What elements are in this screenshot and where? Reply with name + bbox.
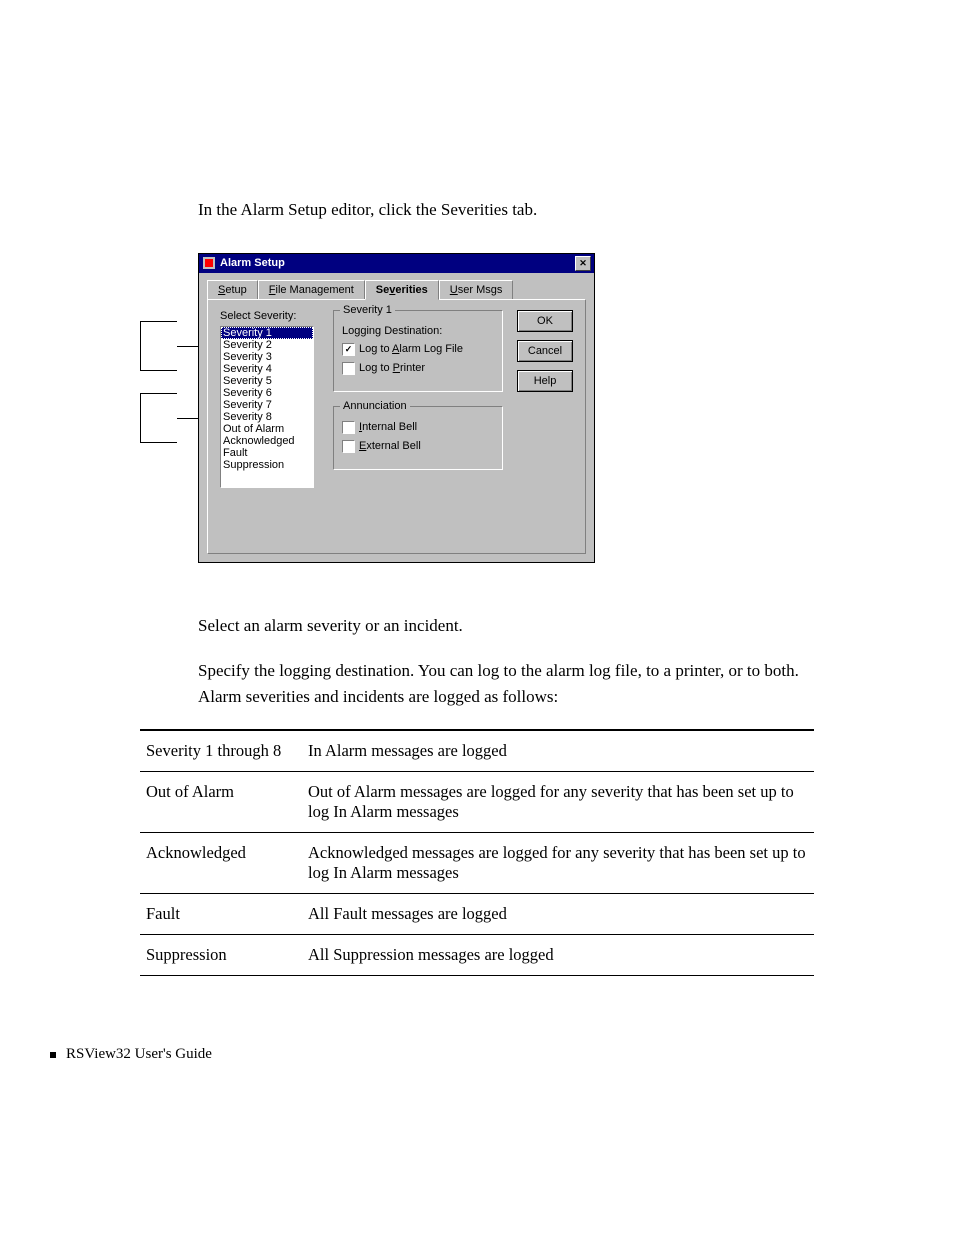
logging-destination-label: Logging Destination: xyxy=(342,325,494,337)
dialog-title: Alarm Setup xyxy=(220,257,575,269)
table-cell-name: Suppression xyxy=(140,935,302,976)
table-cell-name: Fault xyxy=(140,894,302,935)
checkbox-icon[interactable] xyxy=(342,343,355,356)
step-1-text: Select an alarm severity or an incident. xyxy=(198,613,814,639)
page-footer: RSView32 User's Guide xyxy=(50,1046,814,1063)
step-2-text: Specify the logging destination. You can… xyxy=(198,658,814,709)
tab-severities[interactable]: Severities xyxy=(365,280,439,300)
group-severity-logging: Severity 1 Logging Destination: Log to A… xyxy=(333,310,503,392)
table-row: Fault All Fault messages are logged xyxy=(140,894,814,935)
list-item[interactable]: Acknowledged xyxy=(221,435,313,447)
list-item[interactable]: Severity 7 xyxy=(221,399,313,411)
list-item[interactable]: Severity 5 xyxy=(221,375,313,387)
dialog-container: Alarm Setup ✕ Setup File Management Seve… xyxy=(198,253,814,563)
checkbox-label: Log to Printer xyxy=(359,362,425,374)
table-cell-desc: All Fault messages are logged xyxy=(302,894,814,935)
list-item[interactable]: Severity 3 xyxy=(221,351,313,363)
checkbox-icon[interactable] xyxy=(342,362,355,375)
right-panels: Severity 1 Logging Destination: Log to A… xyxy=(333,310,503,484)
callout-line-severities xyxy=(140,321,177,371)
tab-setup[interactable]: Setup xyxy=(207,280,258,300)
checkbox-internal-bell-row[interactable]: Internal Bell xyxy=(342,421,494,434)
table-cell-desc: In Alarm messages are logged xyxy=(302,730,814,772)
dialog-icon xyxy=(202,256,216,270)
tab-body: Select Severity: Severity 1 Severity 2 S… xyxy=(207,299,586,554)
table-cell-name: Out of Alarm xyxy=(140,772,302,833)
callout-line-incidents xyxy=(140,393,177,443)
list-item[interactable]: Severity 2 xyxy=(221,339,313,351)
help-button[interactable]: Help xyxy=(517,370,573,392)
table-row: Out of Alarm Out of Alarm messages are l… xyxy=(140,772,814,833)
list-item[interactable]: Severity 8 xyxy=(221,411,313,423)
severity-listbox[interactable]: Severity 1 Severity 2 Severity 3 Severit… xyxy=(220,326,314,488)
tab-file-management[interactable]: File Management xyxy=(258,280,365,300)
cancel-button[interactable]: Cancel xyxy=(517,340,573,362)
checkbox-label: External Bell xyxy=(359,440,421,452)
tabs-row: Setup File Management Severities User Ms… xyxy=(199,273,594,299)
dialog-titlebar: Alarm Setup ✕ xyxy=(199,254,594,273)
list-item[interactable]: Out of Alarm xyxy=(221,423,313,435)
checkbox-icon[interactable] xyxy=(342,421,355,434)
checkbox-external-bell-row[interactable]: External Bell xyxy=(342,440,494,453)
group-title: Annunciation xyxy=(340,400,410,412)
tab-user-msgs[interactable]: User Msgs xyxy=(439,280,514,300)
table-row: Suppression All Suppression messages are… xyxy=(140,935,814,976)
close-icon[interactable]: ✕ xyxy=(575,256,591,271)
checkbox-icon[interactable] xyxy=(342,440,355,453)
footer-text: RSView32 User's Guide xyxy=(66,1046,212,1063)
table-cell-desc: All Suppression messages are logged xyxy=(302,935,814,976)
checkbox-label: Log to Alarm Log File xyxy=(359,343,463,355)
table-row: Acknowledged Acknowledged messages are l… xyxy=(140,833,814,894)
intro-paragraph: In the Alarm Setup editor, click the Sev… xyxy=(198,197,814,223)
table-row: Severity 1 through 8 In Alarm messages a… xyxy=(140,730,814,772)
list-item[interactable]: Suppression xyxy=(221,459,313,471)
checkbox-label: Internal Bell xyxy=(359,421,417,433)
checkbox-log-printer-row[interactable]: Log to Printer xyxy=(342,362,494,375)
dialog-buttons: OK Cancel Help xyxy=(517,310,573,392)
table-cell-name: Acknowledged xyxy=(140,833,302,894)
logging-table: Severity 1 through 8 In Alarm messages a… xyxy=(140,729,814,976)
table-cell-name: Severity 1 through 8 xyxy=(140,730,302,772)
table-cell-desc: Acknowledged messages are logged for any… xyxy=(302,833,814,894)
group-title: Severity 1 xyxy=(340,304,395,316)
footer-bullet-icon xyxy=(50,1052,56,1058)
ok-button[interactable]: OK xyxy=(517,310,573,332)
list-item[interactable]: Severity 6 xyxy=(221,387,313,399)
list-item[interactable]: Fault xyxy=(221,447,313,459)
list-item[interactable]: Severity 1 xyxy=(221,327,313,339)
alarm-setup-dialog: Alarm Setup ✕ Setup File Management Seve… xyxy=(198,253,595,563)
checkbox-log-file-row[interactable]: Log to Alarm Log File xyxy=(342,343,494,356)
group-annunciation: Annunciation Internal Bell External Bell xyxy=(333,406,503,470)
list-item[interactable]: Severity 4 xyxy=(221,363,313,375)
table-cell-desc: Out of Alarm messages are logged for any… xyxy=(302,772,814,833)
